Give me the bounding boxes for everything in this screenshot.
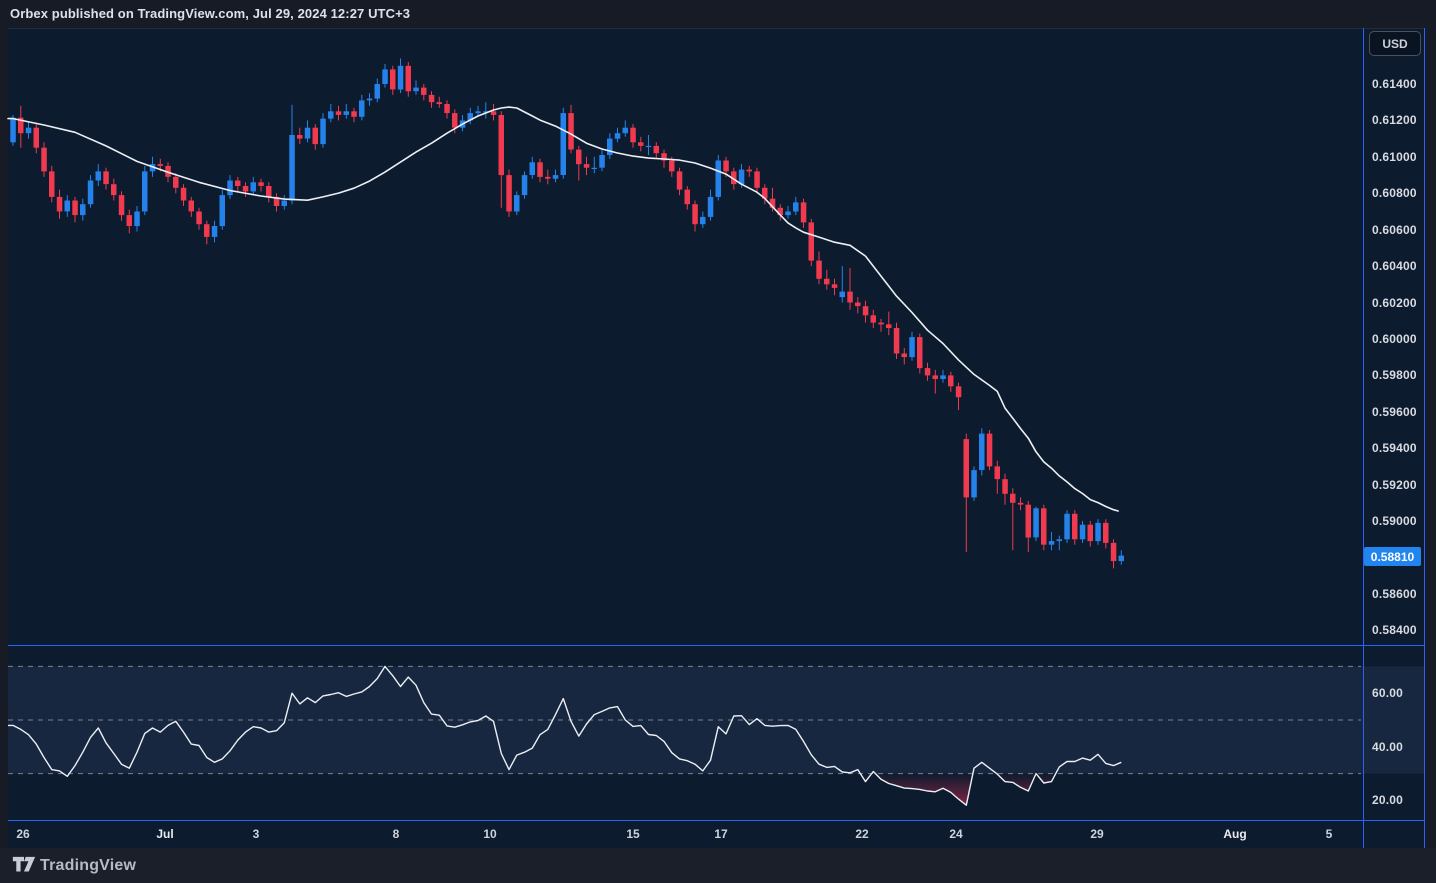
price-tick-label: 0.60600 <box>1372 223 1417 237</box>
tradingview-published-chart: Orbex published on TradingView.com, Jul … <box>0 0 1436 883</box>
price-tick-label: 0.59600 <box>1372 405 1417 419</box>
time-tick-label: Jul <box>156 827 173 841</box>
chart-background <box>8 28 1425 849</box>
time-tick-label: 22 <box>855 827 868 841</box>
price-tick-label: 0.59400 <box>1372 441 1417 455</box>
rsi-tick-label: 60.00 <box>1372 686 1403 700</box>
time-tick-label: 29 <box>1090 827 1103 841</box>
rsi-tick-label: 40.00 <box>1372 740 1403 754</box>
last-price-badge: 0.58810 <box>1364 547 1421 566</box>
time-tick-label: 10 <box>483 827 496 841</box>
price-tick-label: 0.61200 <box>1372 113 1417 127</box>
time-tick-label: 5 <box>1326 827 1333 841</box>
time-tick-label: 3 <box>253 827 260 841</box>
price-tick-label: 0.61400 <box>1372 77 1417 91</box>
price-tick-label: 0.58400 <box>1372 623 1417 637</box>
time-tick-label: 17 <box>714 827 727 841</box>
time-tick-label: 26 <box>16 827 29 841</box>
footer-bar: TradingView <box>0 848 1436 883</box>
time-tick-label: 24 <box>949 827 962 841</box>
price-tick-label: 0.61000 <box>1372 150 1417 164</box>
price-tick-label: 0.60400 <box>1372 259 1417 273</box>
last-price-value: 0.58810 <box>1371 550 1414 564</box>
price-axis[interactable]: 0.61400 0.61200 0.61000 0.60800 0.60600 0.604… <box>1363 28 1425 820</box>
time-tick-label: Aug <box>1223 827 1246 841</box>
publish-title: Orbex published on TradingView.com, Jul … <box>10 0 410 28</box>
time-tick-label: 15 <box>626 827 639 841</box>
price-tick-label: 0.59000 <box>1372 514 1417 528</box>
price-tick-label: 0.59800 <box>1372 368 1417 382</box>
price-tick-label: 0.60800 <box>1372 186 1417 200</box>
tradingview-logo-icon[interactable] <box>12 856 36 875</box>
time-tick-label: 8 <box>393 827 400 841</box>
price-tick-label: 0.60200 <box>1372 296 1417 310</box>
price-tick-label: 0.59200 <box>1372 478 1417 492</box>
tradingview-brand-text[interactable]: TradingView <box>40 848 136 883</box>
time-axis[interactable]: 26 Jul 3 8 10 15 17 22 24 29 Aug 5 <box>8 820 1424 848</box>
price-tick-label: 0.58600 <box>1372 587 1417 601</box>
header-bar: Orbex published on TradingView.com, Jul … <box>0 0 1436 28</box>
price-tick-label: 0.60000 <box>1372 332 1417 346</box>
rsi-tick-label: 20.00 <box>1372 793 1403 807</box>
